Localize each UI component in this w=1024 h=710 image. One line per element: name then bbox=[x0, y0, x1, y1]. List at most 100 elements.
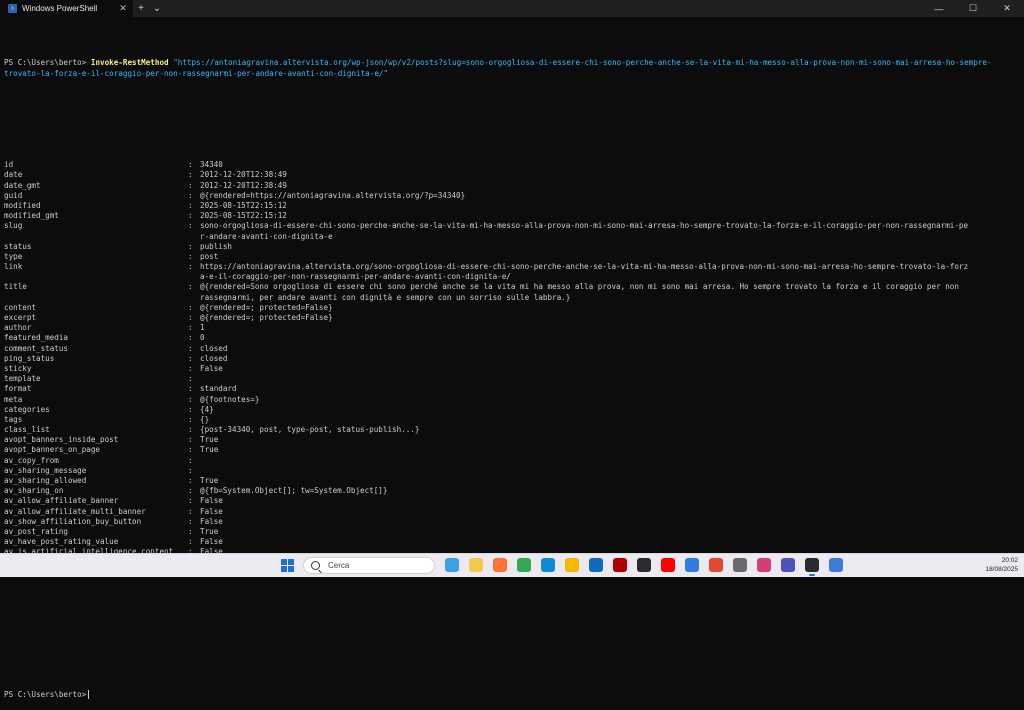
field-value: @{fb=System.Object[]; tw=System.Object[]… bbox=[200, 486, 388, 496]
field-separator: : bbox=[188, 302, 198, 312]
youtube-icon[interactable] bbox=[661, 558, 675, 572]
field-separator: : bbox=[188, 537, 198, 547]
field-row-title: title: @{rendered=Sono orgogliosa di ess… bbox=[4, 282, 1020, 302]
field-key: type bbox=[4, 251, 23, 261]
new-tab-button[interactable]: + bbox=[133, 0, 149, 17]
drag-region[interactable] bbox=[165, 0, 922, 17]
chrome-icon[interactable] bbox=[517, 558, 531, 572]
field-row-av-post-rating: av_post_rating: True bbox=[4, 527, 1020, 537]
console-output[interactable]: PS C:\Users\berto> Invoke-RestMethod "ht… bbox=[4, 38, 1020, 710]
field-key: avopt_banners_inside_post bbox=[4, 435, 119, 445]
field-separator: : bbox=[188, 445, 198, 455]
field-row-av-sharing-allowed: av_sharing_allowed: True bbox=[4, 476, 1020, 486]
terminal-icon[interactable] bbox=[805, 558, 819, 576]
field-row-featured-media: featured_media: 0 bbox=[4, 333, 1020, 343]
widgets-icon[interactable] bbox=[445, 558, 459, 572]
field-separator: : bbox=[188, 323, 198, 333]
field-row-av-sharing-on: av_sharing_on: @{fb=System.Object[]; tw=… bbox=[4, 486, 1020, 496]
start-button[interactable] bbox=[281, 559, 294, 572]
field-value bbox=[200, 374, 1020, 384]
close-tab-icon[interactable]: ✕ bbox=[117, 3, 129, 14]
final-prompt-line[interactable]: PS C:\Users\berto> bbox=[4, 690, 1020, 700]
filezilla-icon[interactable] bbox=[613, 558, 627, 572]
field-separator: : bbox=[188, 374, 198, 384]
field-key: modified_gmt bbox=[4, 211, 59, 221]
field-value: False bbox=[200, 516, 223, 526]
field-value: https://antoniagravina.altervista.org/so… bbox=[200, 262, 969, 282]
teams-icon[interactable] bbox=[781, 558, 795, 572]
field-separator: : bbox=[188, 160, 198, 170]
tab-dropdown-button[interactable]: ⌄ bbox=[149, 0, 165, 17]
field-key: class_list bbox=[4, 425, 50, 435]
field-key: categories bbox=[4, 404, 50, 414]
field-key: guid bbox=[4, 190, 23, 200]
image-viewer-icon[interactable] bbox=[829, 558, 843, 572]
field-row-av-copy-from: av_copy_from: bbox=[4, 456, 1020, 466]
field-separator: : bbox=[188, 241, 198, 251]
firefox-icon[interactable] bbox=[493, 558, 507, 572]
field-row-guid: guid: @{rendered=https://antoniagravina.… bbox=[4, 191, 1020, 201]
field-separator: : bbox=[188, 435, 198, 445]
field-separator: : bbox=[188, 180, 198, 190]
field-key: av_allow_affiliate_banner bbox=[4, 496, 119, 506]
field-separator: : bbox=[188, 414, 198, 424]
field-row-link: link: https://antoniagravina.altervista.… bbox=[4, 262, 1020, 282]
field-value: {} bbox=[200, 414, 210, 424]
field-value: closed bbox=[200, 353, 228, 363]
field-key: author bbox=[4, 323, 32, 333]
maximize-button[interactable]: ☐ bbox=[956, 0, 990, 17]
field-value: 0 bbox=[200, 333, 205, 343]
outlook-icon[interactable] bbox=[589, 558, 603, 572]
field-value: closed bbox=[200, 343, 228, 353]
field-value: @{rendered=Sono orgogliosa di essere chi… bbox=[200, 282, 959, 302]
field-row-status: status: publish bbox=[4, 242, 1020, 252]
field-separator: : bbox=[188, 333, 198, 343]
field-separator: : bbox=[188, 251, 198, 261]
field-row-av-have-post-rating-value: av_have_post_rating_value: False bbox=[4, 537, 1020, 547]
snipping-icon[interactable] bbox=[757, 558, 771, 572]
search-box[interactable]: Cerca bbox=[303, 557, 435, 574]
folder-icon[interactable] bbox=[565, 558, 579, 572]
field-row-format: format: standard bbox=[4, 384, 1020, 394]
field-separator: : bbox=[188, 526, 198, 536]
minimize-button[interactable]: — bbox=[922, 0, 956, 17]
field-key: modified bbox=[4, 200, 41, 210]
field-separator: : bbox=[188, 200, 198, 210]
field-value: {4} bbox=[200, 404, 214, 414]
notepad-icon[interactable] bbox=[637, 558, 651, 572]
field-row-tags: tags: {} bbox=[4, 415, 1020, 425]
field-separator: : bbox=[188, 506, 198, 516]
field-key: link bbox=[4, 262, 23, 272]
field-key: id bbox=[4, 160, 14, 170]
clock-time: 20:02 bbox=[1001, 557, 1018, 564]
field-value: 2012-12-20T12:38:49 bbox=[200, 180, 287, 190]
close-window-button[interactable]: ✕ bbox=[990, 0, 1024, 17]
photos-icon[interactable] bbox=[685, 558, 699, 572]
field-row-modified: modified: 2025-08-15T22:15:12 bbox=[4, 201, 1020, 211]
paint-icon[interactable] bbox=[709, 558, 723, 572]
field-value: @{rendered=https://antoniagravina.alterv… bbox=[200, 190, 466, 200]
tab-windows-powershell[interactable]: › Windows PowerShell ✕ bbox=[0, 0, 133, 17]
field-value bbox=[200, 456, 1020, 466]
file-explorer-icon[interactable] bbox=[469, 558, 483, 572]
field-value: True bbox=[200, 435, 219, 445]
field-row-categories: categories: {4} bbox=[4, 405, 1020, 415]
search-icon bbox=[311, 561, 320, 570]
field-separator: : bbox=[188, 465, 198, 475]
field-value: False bbox=[200, 363, 223, 373]
field-row-av-allow-affiliate-banner: av_allow_affiliate_banner: False bbox=[4, 496, 1020, 506]
field-value bbox=[200, 466, 1020, 476]
app-gray-icon[interactable] bbox=[733, 558, 747, 572]
powershell-icon: › bbox=[8, 4, 17, 13]
field-row-id: id: 34340 bbox=[4, 160, 1020, 170]
field-key: av_allow_affiliate_multi_banner bbox=[4, 506, 146, 516]
field-separator: : bbox=[188, 353, 198, 363]
field-value: False bbox=[200, 496, 223, 506]
edge-icon[interactable] bbox=[541, 558, 555, 572]
clock[interactable]: 20:02 18/08/2025 bbox=[985, 556, 1018, 574]
text-cursor bbox=[88, 690, 90, 700]
field-key: ping_status bbox=[4, 353, 55, 363]
result-fields: id: 34340 date: 2012-12-20T12:38:49 date_g… bbox=[4, 160, 1020, 578]
field-key: format bbox=[4, 384, 32, 394]
field-value: standard bbox=[200, 384, 237, 394]
